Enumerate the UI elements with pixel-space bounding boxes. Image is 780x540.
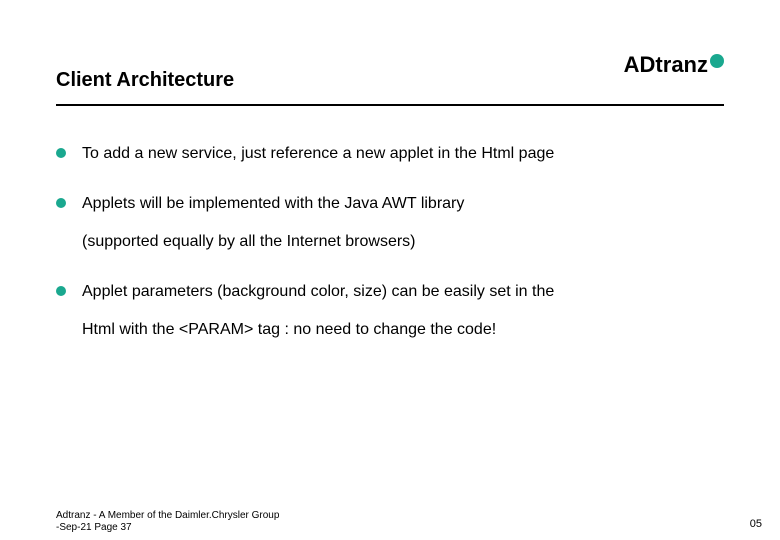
slide: Client Architecture ADtranz To add a new… (0, 0, 780, 540)
bullet-list: To add a new service, just reference a n… (56, 142, 724, 342)
page-title: Client Architecture (56, 69, 234, 92)
footer-line1: Adtranz - A Member of the Daimler.Chrysl… (56, 510, 279, 522)
list-item: Applet parameters (background color, siz… (56, 280, 724, 342)
bullet-text-line2: Html with the <PARAM> tag : no need to c… (82, 318, 724, 342)
list-item: To add a new service, just reference a n… (56, 142, 724, 166)
brand-logo-text: ADtranz (624, 54, 708, 76)
brand-logo: ADtranz (624, 54, 724, 92)
brand-dot-icon (710, 54, 724, 68)
list-item: Applets will be implemented with the Jav… (56, 192, 724, 254)
bullet-text: Applets will be implemented with the Jav… (82, 195, 464, 212)
bullet-text: Applet parameters (background color, siz… (82, 283, 554, 300)
page-number: 05 (750, 518, 762, 530)
footer: Adtranz - A Member of the Daimler.Chrysl… (56, 510, 279, 534)
header-divider (56, 104, 724, 106)
bullet-text-line2: (supported equally by all the Internet b… (82, 230, 724, 254)
header-row: Client Architecture ADtranz (56, 54, 724, 92)
bullet-text: To add a new service, just reference a n… (82, 145, 554, 162)
footer-line2: -Sep-21 Page 37 (56, 522, 279, 534)
brand-logo-wrap: ADtranz (624, 54, 724, 92)
